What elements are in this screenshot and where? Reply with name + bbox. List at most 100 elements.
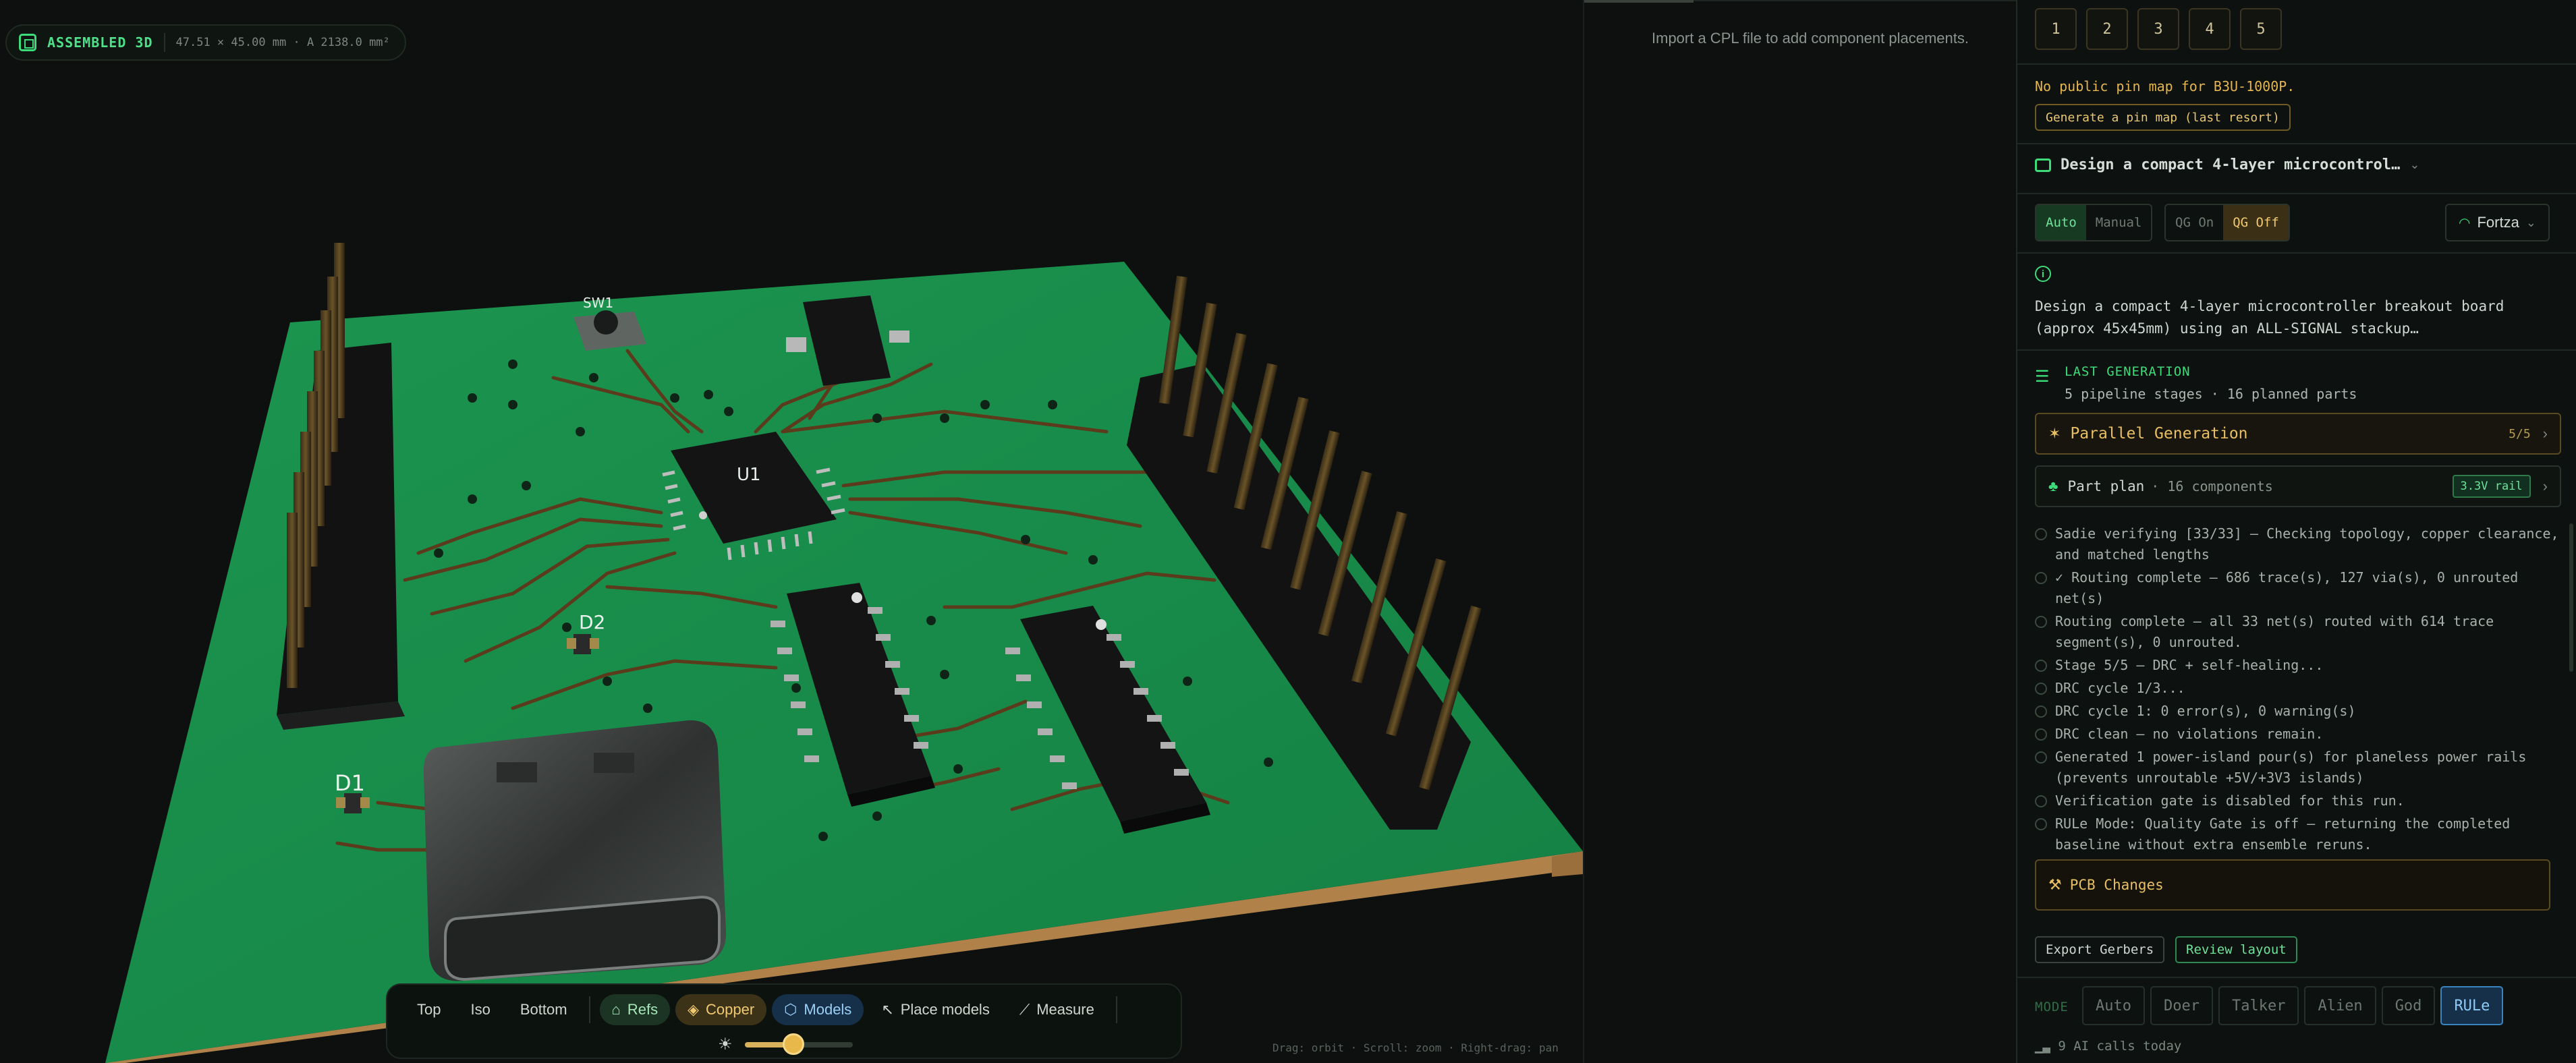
log-item: RULe Mode: Quality Gate is off — returni…	[2035, 813, 2561, 855]
pcb-3d-render[interactable]: SW1 U1 D2 D1	[0, 0, 1583, 1063]
view-iso-button[interactable]: Iso	[458, 994, 502, 1025]
d2-label: D2	[579, 611, 605, 633]
last-generation-label: LAST GENERATION	[2065, 364, 2191, 379]
refs-label: Refs	[627, 1001, 659, 1018]
log-item: Verification gate is disabled for this r…	[2035, 791, 2561, 811]
manual-option[interactable]: Manual	[2086, 205, 2152, 240]
mode-talker[interactable]: Talker	[2218, 986, 2299, 1025]
pcb-changes-panel[interactable]: ⚒ PCB Changes	[2035, 859, 2550, 911]
chevron-right-icon: ›	[2542, 478, 2548, 494]
ai-calls-counter: ▁▃ 9 AI calls today	[2035, 1039, 2181, 1054]
mode-auto[interactable]: Auto	[2082, 986, 2145, 1025]
model-name: Fortza	[2477, 214, 2519, 231]
generation-log[interactable]: Sadie verifying [33/33] — Checking topol…	[2035, 523, 2561, 859]
log-text: Generated 1 power-island pour(s) for pla…	[2055, 749, 2527, 786]
generate-pinmap-button[interactable]: Generate a pin map (last resort)	[2035, 104, 2291, 131]
step-4[interactable]: 4	[2189, 8, 2231, 50]
sparkle-icon: ✶	[2048, 425, 2061, 442]
step-1[interactable]: 1	[2035, 8, 2077, 50]
models-toggle[interactable]: ⬡ Models	[772, 994, 864, 1025]
robot-icon	[2035, 158, 2051, 172]
chevron-right-icon: ›	[2542, 425, 2548, 442]
status-circle-icon	[2035, 572, 2047, 584]
cpl-empty-message: Import a CPL file to add component place…	[1652, 30, 1969, 47]
step-2[interactable]: 2	[2086, 8, 2128, 50]
log-item: Generated 1 power-island pour(s) for pla…	[2035, 747, 2561, 788]
pcb-3d-viewport[interactable]: SW1 U1 D2 D1 ASSEMBLED 3D 47.51 × 45.00 …	[0, 0, 1583, 1063]
brightness-icon: ☀	[718, 1035, 733, 1054]
brightness-knob[interactable]	[782, 1033, 804, 1055]
part-plan-count: · 16 components	[2151, 478, 2273, 494]
step-5[interactable]: 5	[2240, 8, 2282, 50]
stage-steps: 1 2 3 4 5	[2035, 8, 2282, 50]
last-generation-summary: 5 pipeline stages · 16 planned parts	[2065, 386, 2357, 402]
log-text: DRC cycle 1: 0 error(s), 0 warning(s)	[2055, 703, 2356, 719]
log-item: Stage 5/5 — DRC + self-healing...	[2035, 655, 2561, 676]
qg-off-option[interactable]: QG Off	[2223, 205, 2289, 240]
place-models-label: Place models	[900, 1001, 990, 1018]
badge-divider	[163, 33, 165, 52]
place-models-button[interactable]: ↖ Place models	[869, 994, 1002, 1025]
box-icon: ⬡	[784, 1001, 797, 1018]
mode-rule[interactable]: RULe	[2440, 986, 2504, 1025]
log-scrollbar[interactable]	[2569, 523, 2573, 672]
copper-label: Copper	[706, 1001, 755, 1018]
chevron-down-icon: ⌄	[2409, 158, 2420, 171]
log-item: Routing complete — all 33 net(s) routed …	[2035, 611, 2561, 653]
step-3[interactable]: 3	[2137, 8, 2179, 50]
view-mode-badge: ASSEMBLED 3D 47.51 × 45.00 mm · A 2138.0…	[5, 24, 406, 61]
part-plan-card[interactable]: ♣ Part plan · 16 components 3.3V rail ›	[2035, 465, 2561, 507]
log-text: Verification gate is disabled for this r…	[2055, 793, 2405, 809]
info-icon: i	[2035, 266, 2051, 282]
ruler-icon: ⟋	[1019, 1001, 1030, 1018]
log-item: ✓ Routing complete — 686 trace(s), 127 v…	[2035, 567, 2561, 609]
log-text: DRC cycle 1/3...	[2055, 680, 2185, 696]
refs-toggle[interactable]: ⌂ Refs	[599, 994, 671, 1025]
export-gerbers-button[interactable]: Export Gerbers	[2035, 936, 2165, 963]
status-circle-icon	[2035, 728, 2047, 741]
mode-god[interactable]: God	[2381, 986, 2436, 1025]
parallel-generation-card[interactable]: ✶ Parallel Generation 5/5 ›	[2035, 413, 2561, 455]
log-item: DRC cycle 1: 0 error(s), 0 warning(s)	[2035, 701, 2561, 722]
status-circle-icon	[2035, 660, 2047, 672]
log-text: Stage 5/5 — DRC + self-healing...	[2055, 657, 2324, 673]
brightness-slider[interactable]	[744, 1033, 853, 1055]
copper-toggle[interactable]: ◈ Copper	[675, 994, 767, 1025]
toolbar-divider	[588, 996, 590, 1023]
project-description: Design a compact 4-layer microcontroller…	[2035, 298, 2504, 337]
log-item: Sadie verifying [33/33] — Checking topol…	[2035, 523, 2561, 565]
navigation-hint: Drag: orbit · Scroll: zoom · Right-drag:…	[1272, 1041, 1559, 1054]
viewport-toolbar: Top Iso Bottom ⌂ Refs ◈ Copper ⬡ Models …	[386, 983, 1182, 1059]
auto-option[interactable]: Auto	[2036, 205, 2086, 240]
bar-chart-icon: ▁▃	[2035, 1039, 2050, 1054]
divider	[2017, 63, 2576, 65]
log-text: DRC clean — no violations remain.	[2055, 726, 2324, 742]
pcb-changes-label: PCB Changes	[2069, 877, 2164, 893]
view-top-button[interactable]: Top	[405, 994, 453, 1025]
status-circle-icon	[2035, 818, 2047, 830]
gauge-icon: ◠	[2459, 215, 2471, 231]
project-selector[interactable]: Design a compact 4-layer microcontrol… ⌄	[2035, 156, 2419, 173]
measure-button[interactable]: ⟋ Measure	[1007, 994, 1107, 1025]
mode-selector: Auto Doer Talker Alien God RULe	[2082, 986, 2504, 1025]
qg-on-option[interactable]: QG On	[2166, 205, 2223, 240]
panel-top-border	[1584, 0, 2017, 3]
cursor-move-icon: ↖	[881, 1001, 894, 1018]
model-selector[interactable]: ◠ Fortza ⌄	[2445, 204, 2550, 241]
u1-label: U1	[737, 465, 761, 485]
mode-alien[interactable]: Alien	[2304, 986, 2376, 1025]
log-text: Routing complete — all 33 net(s) routed …	[2055, 613, 2494, 650]
panel-tab-indicator	[1584, 0, 1693, 3]
status-circle-icon	[2035, 683, 2047, 695]
review-layout-button[interactable]: Review layout	[2175, 936, 2297, 963]
toolbar-divider-end	[1115, 996, 1117, 1023]
parts-icon: ♣	[2048, 478, 2059, 494]
rail-badge: 3.3V rail	[2452, 475, 2531, 498]
view-bottom-button[interactable]: Bottom	[508, 994, 580, 1025]
mode-doer[interactable]: Doer	[2150, 986, 2213, 1025]
log-text: RULe Mode: Quality Gate is off — returni…	[2055, 815, 2511, 853]
measure-label: Measure	[1036, 1001, 1094, 1018]
status-circle-icon	[2035, 616, 2047, 628]
run-mode-toggle: Auto Manual	[2035, 204, 2153, 241]
status-circle-icon	[2035, 795, 2047, 807]
